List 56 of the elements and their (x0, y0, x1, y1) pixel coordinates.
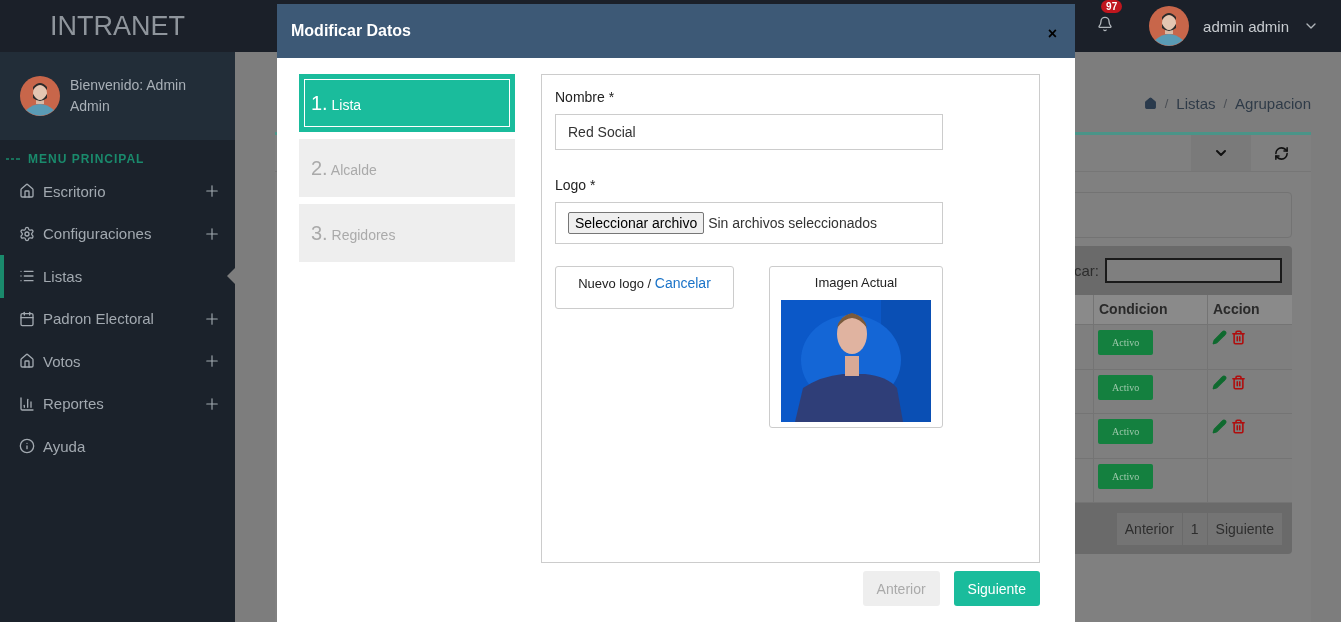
menu-item[interactable]: Padron Electoral (0, 297, 235, 340)
menu-item[interactable]: Reportes (0, 382, 235, 425)
search-label: car: (1074, 262, 1099, 279)
search-field[interactable] (1105, 258, 1282, 283)
column-header: Condicion (1093, 295, 1207, 324)
home-icon[interactable] (1143, 96, 1157, 110)
status-badge: Activo (1098, 374, 1154, 400)
field-label: Logo * (555, 177, 597, 193)
menu-item[interactable]: Ayuda (0, 425, 235, 468)
file-status: Sin archivos seleccionados (708, 215, 878, 231)
image-caption: Imagen Actual (814, 275, 898, 290)
new-logo-text: Nuevo logo / Cancelar (578, 275, 711, 293)
dash-icon (6, 158, 20, 160)
page-button[interactable]: Siguiente (1206, 512, 1282, 545)
close-button[interactable]: × (1043, 25, 1061, 43)
breadcrumb-item[interactable]: Agrupacion (1235, 94, 1311, 112)
menu-heading: MENU PRINCIPAL (28, 152, 145, 166)
notification-badge: 97 (1101, 0, 1123, 13)
refresh-icon[interactable] (1273, 145, 1289, 161)
bell-icon[interactable] (1097, 16, 1114, 32)
pencil-icon[interactable] (1212, 419, 1227, 434)
active-pointer (227, 268, 235, 285)
menu-item[interactable]: Listas (0, 255, 235, 298)
breadcrumb-separator: / (1223, 95, 1228, 111)
breadcrumb-separator: / (1164, 95, 1169, 111)
avatar-icon (20, 76, 60, 116)
breadcrumb-item[interactable]: Listas (1176, 94, 1216, 112)
info-icon (19, 438, 35, 455)
status-badge: Activo (1098, 330, 1154, 355)
bar-chart-icon (19, 395, 35, 412)
status-badge: Activo (1098, 419, 1154, 444)
cancel-link[interactable]: Cancelar (654, 275, 711, 291)
pencil-icon[interactable] (1212, 330, 1227, 345)
column-header: Accion (1207, 295, 1292, 324)
modal-title: Modificar Datos (291, 22, 411, 40)
page-button[interactable]: 1 (1181, 512, 1207, 545)
home-icon (19, 183, 35, 200)
calendar-icon (19, 310, 35, 327)
menu-item[interactable]: Configuraciones (0, 212, 235, 255)
menu-item[interactable]: Escritorio (0, 170, 235, 213)
field-label: Nombre * (555, 89, 616, 105)
name-field[interactable]: Red Social (555, 114, 943, 150)
home-icon (19, 353, 35, 370)
page-button[interactable]: Anterior (1115, 512, 1182, 545)
pencil-icon[interactable] (1212, 374, 1227, 390)
menu-item[interactable]: Votos (0, 340, 235, 383)
settings-icon (19, 225, 35, 242)
trash-icon[interactable] (1231, 419, 1246, 434)
choose-file-button[interactable]: Seleccionar archivo (568, 212, 705, 234)
welcome-text: Bienvenido: Admin Admin (70, 76, 187, 116)
trash-icon[interactable] (1231, 374, 1246, 390)
avatar-icon (1149, 6, 1190, 46)
brand-title: INTRANET (50, 10, 185, 42)
trash-icon[interactable] (1231, 330, 1246, 345)
status-badge: Activo (1098, 463, 1154, 489)
user-name[interactable]: admin admin (1203, 17, 1289, 35)
